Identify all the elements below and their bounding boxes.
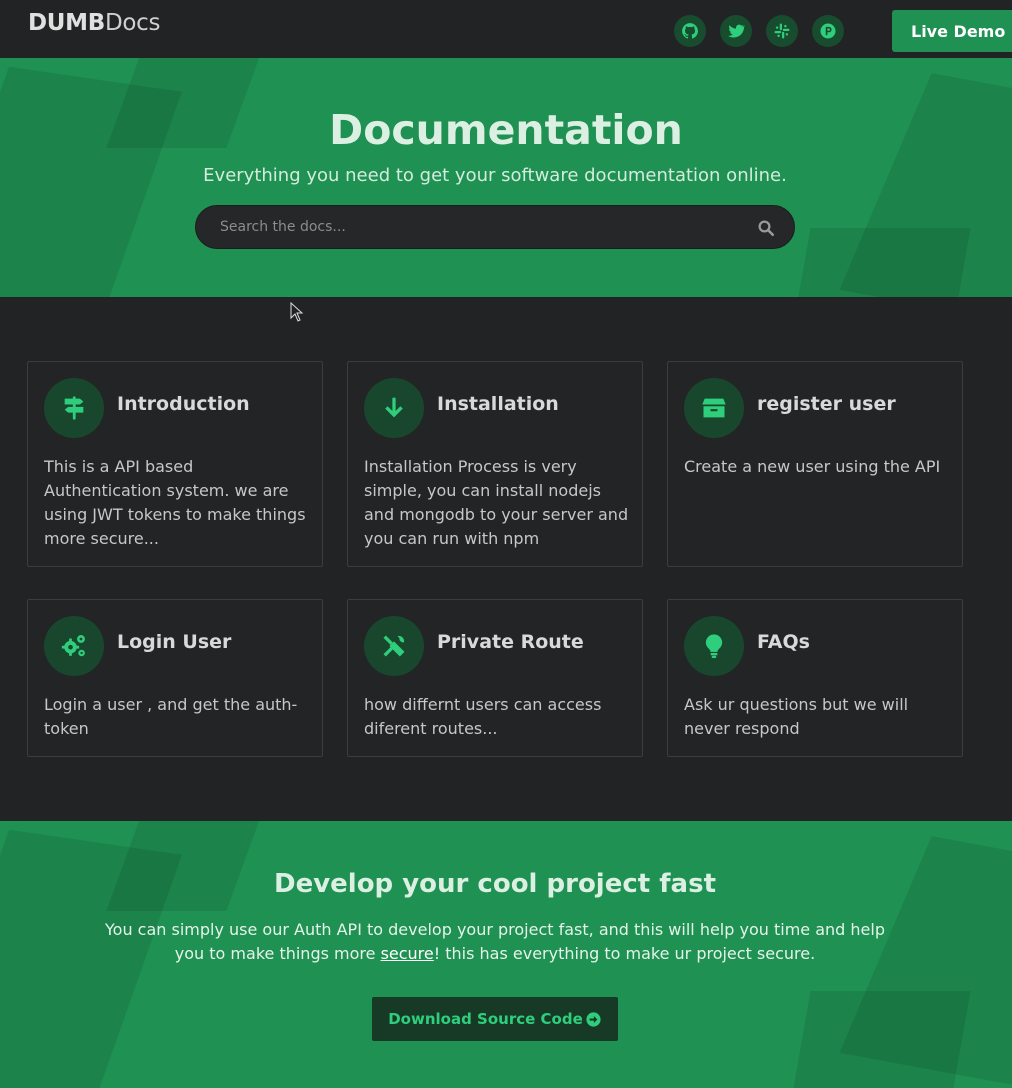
doc-card-faqs[interactable]: FAQs Ask ur questions but we will never … xyxy=(667,599,963,757)
lightbulb-icon xyxy=(684,616,744,676)
doc-card-installation[interactable]: Installation Installation Process is ver… xyxy=(347,361,643,567)
cta-text-end: ! this has everything to make ur project… xyxy=(433,944,816,963)
doc-card-register-user[interactable]: register user Create a new user using th… xyxy=(667,361,963,567)
card-description: Login a user , and get the auth-token xyxy=(44,695,298,738)
card-description: Create a new user using the API xyxy=(684,457,941,476)
signpost-icon xyxy=(44,378,104,438)
download-button-label: Download Source Code xyxy=(388,1010,583,1028)
live-demo-button[interactable]: Live Demo xyxy=(892,10,1012,52)
card-description: Installation Process is very simple, you… xyxy=(364,457,629,548)
hero-section: Documentation Everything you need to get… xyxy=(0,58,1012,297)
page-title: Documentation xyxy=(329,106,683,154)
product-hunt-icon[interactable] xyxy=(812,15,844,47)
box-icon xyxy=(684,378,744,438)
github-icon[interactable] xyxy=(674,15,706,47)
card-description: This is a API based Authentication syste… xyxy=(44,457,306,548)
arrow-down-icon xyxy=(364,378,424,438)
card-title[interactable]: Login User xyxy=(117,631,231,653)
card-title[interactable]: FAQs xyxy=(757,631,810,653)
tools-icon xyxy=(364,616,424,676)
cogs-icon xyxy=(44,616,104,676)
top-navbar: DUMBDocs Live Demo xyxy=(0,0,1012,58)
secure-link[interactable]: secure xyxy=(381,944,434,963)
hero-decor-shape xyxy=(789,228,971,297)
slack-icon[interactable] xyxy=(766,15,798,47)
card-title[interactable]: Private Route xyxy=(437,631,584,653)
cta-section: Develop your cool project fast You can s… xyxy=(0,821,1012,1088)
search-input[interactable] xyxy=(220,206,740,248)
logo-light-text: Docs xyxy=(105,10,161,36)
logo-bold-text: DUMB xyxy=(28,10,105,36)
twitter-icon[interactable] xyxy=(720,15,752,47)
card-description: how differnt users can access diferent r… xyxy=(364,695,602,738)
mouse-cursor-icon xyxy=(290,302,304,322)
site-logo[interactable]: DUMBDocs xyxy=(28,10,161,36)
doc-card-private-route[interactable]: Private Route how differnt users can acc… xyxy=(347,599,643,757)
card-title[interactable]: register user xyxy=(757,393,896,415)
cta-decor-shape xyxy=(789,991,971,1088)
page-subtitle: Everything you need to get your software… xyxy=(203,165,787,186)
card-description: Ask ur questions but we will never respo… xyxy=(684,695,909,738)
cta-title: Develop your cool project fast xyxy=(273,869,717,899)
card-title[interactable]: Installation xyxy=(437,393,559,415)
card-title[interactable]: Introduction xyxy=(117,393,250,415)
arrow-circle-right-icon xyxy=(586,1011,601,1027)
cta-text: You can simply use our Auth API to devel… xyxy=(100,918,890,966)
search-icon[interactable] xyxy=(757,219,775,237)
search-bar xyxy=(195,205,795,249)
doc-card-login-user[interactable]: Login User Login a user , and get the au… xyxy=(27,599,323,757)
doc-card-introduction[interactable]: Introduction This is a API based Authent… xyxy=(27,361,323,567)
download-source-button[interactable]: Download Source Code xyxy=(372,997,618,1041)
